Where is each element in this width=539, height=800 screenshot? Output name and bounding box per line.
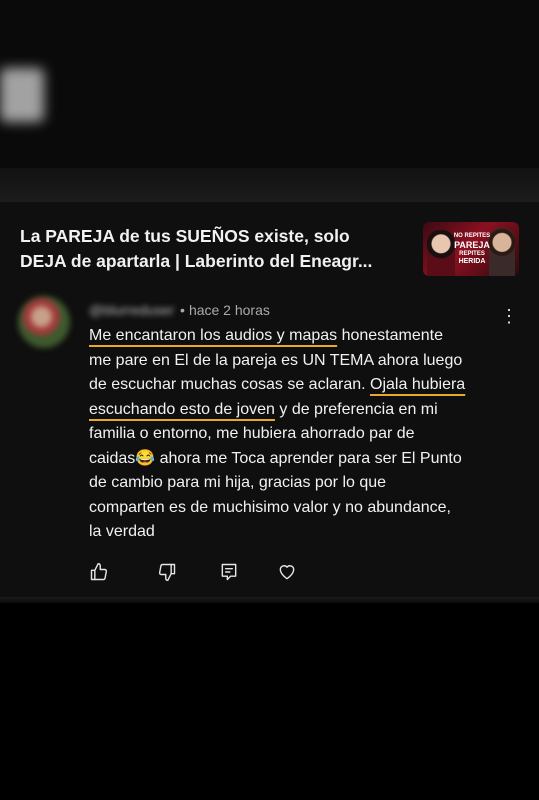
video-player-area[interactable]	[0, 0, 539, 205]
highlighted-text: Ojala hubiera	[370, 376, 466, 393]
video-title[interactable]: La PAREJA de tus SUEÑOS existe, solo DEJ…	[20, 224, 415, 274]
more-options-icon[interactable]: ⋮	[500, 306, 518, 326]
comment-text-segment: comparten es de muchisimo valor y no abu…	[89, 498, 451, 516]
comment-text-segment: familia o entorno, me hubiera ahorrado p…	[89, 425, 415, 442]
thumbnail-text: NO REPITES PAREJA REPITES HERIDA	[451, 232, 493, 266]
comment-line: de cambio para mi hija, gracias por lo q…	[89, 471, 514, 496]
comment-line: me pare en El de la pareja es UN TEMA ah…	[89, 349, 514, 374]
thumbs-up-icon[interactable]	[89, 562, 109, 582]
comment-text-segment: de escuchar muchas cosas se aclaran.	[89, 376, 371, 393]
video-title-line-2: DEJA de apartarla | Laberinto del Eneagr…	[20, 251, 373, 271]
comment-line: caidas😂 ahora me Toca aprender para ser …	[89, 447, 514, 472]
blurred-logo	[0, 68, 44, 122]
comment-text-segment: la verdad	[89, 523, 155, 540]
avatar[interactable]	[18, 296, 70, 348]
comment-line: comparten es de muchisimo valor y no abu…	[89, 496, 514, 521]
separator-dot: •	[180, 302, 185, 318]
video-title-line-1: La PAREJA de tus SUEÑOS existe, solo	[20, 226, 350, 246]
comment-line: Me encantaron los audios y mapas honesta…	[89, 324, 514, 349]
highlighted-text: Me encantaron los audios y mapas	[89, 327, 338, 344]
heart-icon[interactable]	[277, 562, 297, 582]
thumbnail-text-3: REPITES	[459, 251, 485, 257]
comment-text-segment: me pare en El de la pareja es UN TEMA ah…	[89, 351, 463, 369]
divider-strip	[0, 597, 539, 603]
thumbnail-text-2: PAREJA	[454, 240, 490, 250]
author-name[interactable]: @blurreduser	[89, 302, 174, 318]
comment-text-segment: ahora me Toca aprender para ser El Punto	[155, 449, 462, 467]
comment-text-segment: caidas	[89, 449, 136, 467]
comment-text-segment: honestamente	[337, 327, 443, 344]
comment-text: Me encantaron los audios y mapas honesta…	[89, 324, 514, 545]
divider-strip	[0, 168, 539, 202]
reply-icon[interactable]	[219, 562, 239, 582]
comment-text-segment: de cambio para mi hija, gracias por lo q…	[89, 474, 387, 491]
comment-line: la verdad	[89, 520, 514, 545]
thumbnail-text-4: HERIDA	[458, 258, 486, 265]
video-thumbnail[interactable]: NO REPITES PAREJA REPITES HERIDA	[423, 222, 519, 276]
comment-line: escuchando esto de joven y de preferenci…	[89, 398, 514, 423]
comment-card: La PAREJA de tus SUEÑOS existe, solo DEJ…	[0, 202, 539, 597]
highlighted-text: escuchando esto de joven	[89, 400, 275, 418]
comment-text-segment: y de preferencia en mi	[274, 400, 438, 418]
laughing-emoji-icon: 😂	[135, 449, 156, 467]
comment-line: familia o entorno, me hubiera ahorrado p…	[89, 422, 514, 447]
comment-line: de escuchar muchas cosas se aclaran. Oja…	[89, 373, 514, 398]
comment-meta: @blurreduser • hace 2 horas	[89, 302, 270, 318]
comment-timestamp: hace 2 horas	[188, 302, 270, 318]
thumbs-down-icon[interactable]	[157, 562, 177, 582]
thumbnail-text-1: NO REPITES	[453, 233, 491, 239]
